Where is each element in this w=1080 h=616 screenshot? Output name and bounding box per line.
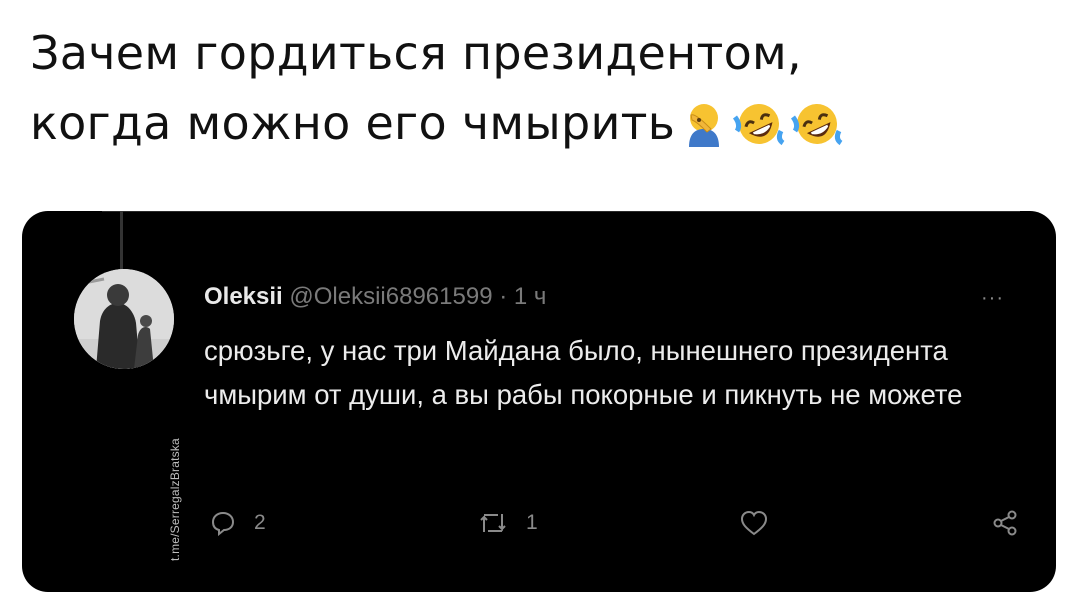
tweet-time[interactable]: 1 ч xyxy=(514,283,547,310)
header-separator: · xyxy=(499,283,508,310)
author-handle[interactable]: @Oleksii68961599 xyxy=(289,283,492,310)
facepalm-emoji-icon xyxy=(681,96,727,166)
share-button[interactable] xyxy=(992,503,1018,543)
caption-line-2: когда можно его чмырить xyxy=(30,88,1030,166)
retweet-icon xyxy=(478,510,508,536)
avatar[interactable] xyxy=(74,269,174,369)
rofl-emoji-icon xyxy=(733,96,785,166)
more-options-icon[interactable]: ··· xyxy=(981,287,1004,310)
reply-count: 2 xyxy=(254,511,266,534)
thread-connector-line xyxy=(120,211,123,269)
tweet-header: Oleksii @Oleksii68961599 · 1 ч xyxy=(204,283,546,311)
channel-watermark: t.me/SerregalzBratska xyxy=(168,438,182,561)
retweet-count: 1 xyxy=(526,511,538,534)
retweet-button[interactable]: 1 xyxy=(478,503,538,543)
share-icon xyxy=(992,510,1018,536)
caption-line-2-text: когда можно его чмырить xyxy=(30,96,676,150)
tweet-actions: 2 1 xyxy=(202,503,1022,543)
tweet-card: t.me/SerregalzBratska Oleksii @Oleksii68… xyxy=(22,211,1056,592)
like-button[interactable] xyxy=(740,503,768,543)
rofl-emoji-icon xyxy=(791,96,843,166)
card-top-divider xyxy=(102,211,1020,212)
reply-icon xyxy=(210,510,236,536)
tweet-text: срюзьге, у нас три Майдана было, нынешне… xyxy=(204,335,963,410)
meme-caption: Зачем гордиться президентом, когда можно… xyxy=(30,18,1030,166)
caption-line-1: Зачем гордиться президентом, xyxy=(30,26,802,80)
author-name[interactable]: Oleksii xyxy=(204,283,283,310)
like-icon xyxy=(740,510,768,536)
reply-button[interactable]: 2 xyxy=(210,503,266,543)
